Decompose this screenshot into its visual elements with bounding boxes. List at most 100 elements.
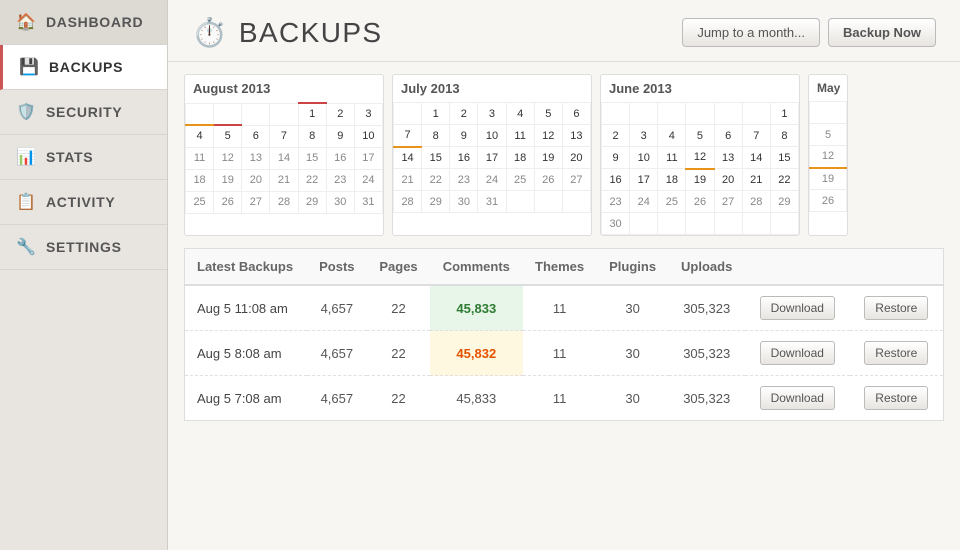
restore-button[interactable]: Restore <box>864 341 928 365</box>
cal-cell[interactable]: 4 <box>186 125 214 147</box>
cal-cell[interactable]: 19 <box>686 169 714 191</box>
cal-cell[interactable]: 10 <box>478 125 506 147</box>
backup-uploads: 305,323 <box>669 331 745 376</box>
cal-cell[interactable]: 2 <box>450 103 478 125</box>
col-posts: Posts <box>307 249 367 286</box>
download-button[interactable]: Download <box>760 386 835 410</box>
cal-cell[interactable]: 9 <box>450 125 478 147</box>
sidebar-item-settings[interactable]: 🔧 SETTINGS <box>0 225 167 270</box>
restore-button[interactable]: Restore <box>864 386 928 410</box>
download-button[interactable]: Download <box>760 296 835 320</box>
cal-cell[interactable]: 3 <box>354 103 382 125</box>
cal-cell[interactable]: 1 <box>422 103 450 125</box>
cal-cell[interactable]: 15 <box>770 147 798 169</box>
cal-cell[interactable]: 2 <box>602 125 630 147</box>
download-button[interactable]: Download <box>760 341 835 365</box>
cal-cell: 26 <box>214 191 242 213</box>
cal-cell[interactable]: 20 <box>714 169 742 191</box>
stats-icon: 📊 <box>16 147 36 167</box>
settings-icon: 🔧 <box>16 237 36 257</box>
cal-cell[interactable]: 1 <box>298 103 326 125</box>
cal-cell[interactable]: 15 <box>422 147 450 169</box>
cal-cell[interactable]: 17 <box>630 169 658 191</box>
cal-cell[interactable]: 2 <box>326 103 354 125</box>
cal-cell[interactable]: 4 <box>658 125 686 147</box>
backups-header-icon: ⏱️ <box>192 16 227 49</box>
cal-cell[interactable]: 20 <box>562 147 590 169</box>
backup-posts: 4,657 <box>307 331 367 376</box>
cal-cell[interactable]: 13 <box>714 147 742 169</box>
cal-cell[interactable]: 22 <box>770 169 798 191</box>
cal-cell: 26 <box>534 169 562 191</box>
cal-cell[interactable]: 18 <box>506 147 534 169</box>
backup-date: Aug 5 11:08 am <box>185 285 307 331</box>
cal-cell[interactable]: 13 <box>562 125 590 147</box>
restore-button[interactable]: Restore <box>864 296 928 320</box>
cal-cell[interactable]: 11 <box>658 147 686 169</box>
cal-cell[interactable]: 9 <box>326 125 354 147</box>
cal-cell[interactable]: 14 <box>394 147 422 169</box>
cal-cell: 29 <box>770 191 798 213</box>
cal-cell: 23 <box>602 191 630 213</box>
calendar-august-title: August 2013 <box>185 75 383 102</box>
cal-cell[interactable]: 5 <box>686 125 714 147</box>
sidebar-item-stats[interactable]: 📊 STATS <box>0 135 167 180</box>
cal-cell <box>506 191 534 213</box>
cal-cell <box>242 103 270 125</box>
sidebar-item-activity[interactable]: 📋 ACTIVITY <box>0 180 167 225</box>
cal-cell[interactable]: 18 <box>658 169 686 191</box>
cal-cell <box>658 213 686 235</box>
cal-cell[interactable]: 19 <box>534 147 562 169</box>
backup-uploads: 305,323 <box>669 376 745 421</box>
cal-cell[interactable]: 12 <box>686 147 714 169</box>
cal-cell: 30 <box>450 191 478 213</box>
cal-cell[interactable]: 8 <box>770 125 798 147</box>
cal-cell[interactable]: 7 <box>742 125 770 147</box>
cal-cell[interactable]: 4 <box>506 103 534 125</box>
cal-cell[interactable]: 5 <box>214 125 242 147</box>
cal-cell <box>186 103 214 125</box>
sidebar-item-backups[interactable]: 💾 BACKUPS <box>0 45 167 90</box>
cal-cell[interactable]: 3 <box>630 125 658 147</box>
cal-cell[interactable]: 16 <box>602 169 630 191</box>
backup-now-button[interactable]: Backup Now <box>828 18 936 47</box>
cal-cell[interactable]: 6 <box>242 125 270 147</box>
cal-cell[interactable]: 8 <box>422 125 450 147</box>
cal-cell[interactable]: 5 <box>534 103 562 125</box>
cal-cell[interactable]: 11 <box>506 125 534 147</box>
cal-cell[interactable]: 8 <box>298 125 326 147</box>
calendar-august: August 2013 1 2 3 4 5 6 7 8 9 <box>184 74 384 236</box>
backup-download-cell: Download <box>745 331 850 376</box>
sidebar-item-security[interactable]: 🛡️ SECURITY <box>0 90 167 135</box>
main-content: ⏱️ BACKUPS Jump to a month... Backup Now… <box>168 0 960 550</box>
cal-cell[interactable]: 1 <box>770 103 798 125</box>
cal-cell: 5 <box>810 124 847 146</box>
cal-cell <box>770 213 798 235</box>
sidebar-item-dashboard[interactable]: 🏠 DASHBOARD <box>0 0 167 45</box>
backup-restore-cell: Restore <box>850 331 944 376</box>
col-latest-backups: Latest Backups <box>185 249 307 286</box>
cal-cell: 22 <box>422 169 450 191</box>
backup-download-cell: Download <box>745 376 850 421</box>
cal-cell[interactable]: 16 <box>450 147 478 169</box>
calendar-july: July 2013 1 2 3 4 5 6 7 8 9 10 11 1 <box>392 74 592 236</box>
jump-to-month-button[interactable]: Jump to a month... <box>682 18 820 47</box>
cal-cell[interactable]: 9 <box>602 147 630 169</box>
cal-cell: 27 <box>562 169 590 191</box>
cal-cell: 24 <box>354 169 382 191</box>
cal-cell[interactable]: 10 <box>630 147 658 169</box>
header-actions: Jump to a month... Backup Now <box>682 18 936 47</box>
cal-cell: 25 <box>186 191 214 213</box>
cal-cell[interactable]: 6 <box>714 125 742 147</box>
cal-cell[interactable]: 7 <box>270 125 298 147</box>
cal-cell[interactable]: 6 <box>562 103 590 125</box>
cal-cell[interactable]: 21 <box>742 169 770 191</box>
cal-cell[interactable]: 14 <box>742 147 770 169</box>
cal-cell[interactable]: 3 <box>478 103 506 125</box>
cal-cell[interactable]: 12 <box>534 125 562 147</box>
cal-cell: 30 <box>602 213 630 235</box>
cal-cell[interactable]: 10 <box>354 125 382 147</box>
cal-cell: 31 <box>478 191 506 213</box>
cal-cell[interactable]: 7 <box>394 125 422 147</box>
cal-cell[interactable]: 17 <box>478 147 506 169</box>
